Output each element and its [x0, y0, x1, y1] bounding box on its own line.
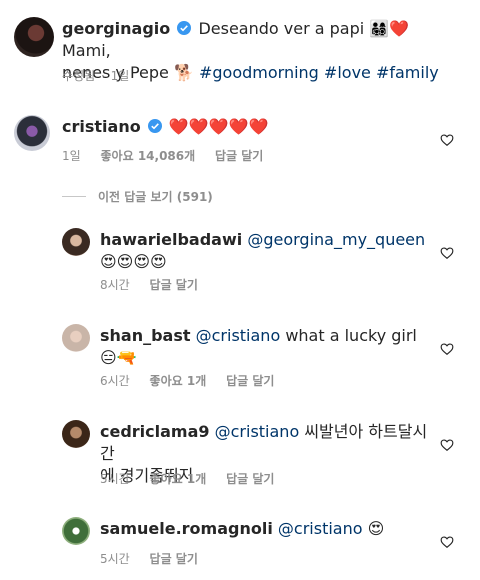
comment-likes[interactable]: 좋아요 14,086개	[101, 149, 196, 163]
comment-meta: 1일 좋아요 14,086개 답글 달기	[62, 148, 279, 164]
reply-username[interactable]: shan_bast	[100, 326, 191, 345]
avatar[interactable]	[62, 228, 90, 256]
hearts-emoji: ❤️❤️❤️❤️❤️	[168, 117, 269, 136]
reply-button[interactable]: 답글 달기	[226, 472, 274, 486]
reply-body: samuele.romagnoli @cristiano 😍	[100, 518, 430, 540]
mention-link[interactable]: @cristiano	[196, 326, 281, 345]
heart-eyes-emoji: 😍😍😍😍	[100, 252, 167, 271]
mention-link[interactable]: @cristiano	[215, 422, 300, 441]
reply-body: hawarielbadawi @georgina_my_queen 😍😍😍😍	[100, 229, 430, 273]
reply-username[interactable]: hawarielbadawi	[100, 230, 242, 249]
verified-badge-icon	[147, 119, 162, 133]
thread-line	[62, 196, 86, 197]
heart-outline-icon[interactable]	[440, 438, 454, 452]
avatar[interactable]	[62, 324, 90, 352]
reply-meta: 5시간 답글 달기	[100, 551, 214, 567]
avatar[interactable]	[14, 17, 54, 57]
reply-meta: 8시간 답글 달기	[100, 277, 214, 293]
heart-eyes-emoji: 😍	[367, 519, 385, 538]
reply-meta: 6시간 좋아요 1개 답글 달기	[100, 373, 290, 389]
avatar[interactable]	[14, 115, 50, 151]
reply-meta: 5시간 좋아요 1개 답글 달기	[100, 471, 290, 487]
edited-label: 수정됨	[62, 69, 96, 83]
comment-username[interactable]: cristiano	[62, 117, 141, 136]
heart-outline-icon[interactable]	[440, 342, 454, 356]
mention-link[interactable]: @cristiano	[278, 519, 363, 538]
caption-text-cont: Mami,	[62, 41, 111, 60]
meta-separator: ·	[100, 69, 105, 83]
verified-badge-icon	[177, 21, 192, 35]
reply-body: shan_bast @cristiano what a lucky girl 😑…	[100, 325, 430, 369]
reply-time: 8시간	[100, 278, 130, 292]
view-replies-button[interactable]: 이전 답글 보기 (591)	[98, 189, 213, 205]
heart-outline-icon[interactable]	[440, 535, 454, 549]
reply-button[interactable]: 답글 달기	[150, 552, 198, 566]
reply-button[interactable]: 답글 달기	[215, 149, 263, 163]
post-username[interactable]: georginagio	[62, 19, 170, 38]
post-time: 1일	[110, 69, 130, 83]
reply-likes[interactable]: 좋아요 1개	[150, 374, 207, 388]
hashtags[interactable]: #goodmorning #love #family	[199, 63, 439, 82]
reply-username[interactable]: cedriclama9	[100, 422, 210, 441]
comment-time: 1일	[62, 149, 81, 163]
reply-likes[interactable]: 좋아요 1개	[150, 472, 207, 486]
reply-button[interactable]: 답글 달기	[150, 278, 198, 292]
reply-username[interactable]: samuele.romagnoli	[100, 519, 273, 538]
reply-text: what a lucky girl	[285, 326, 417, 345]
avatar[interactable]	[62, 420, 90, 448]
reply-time: 5시간	[100, 552, 130, 566]
mention-link[interactable]: @georgina_my_queen	[247, 230, 425, 249]
reply-time: 6시간	[100, 374, 130, 388]
avatar[interactable]	[62, 517, 90, 545]
family-emoji: 👨‍👩‍👧‍👦	[369, 19, 390, 38]
heart-outline-icon[interactable]	[440, 133, 454, 147]
heart-outline-icon[interactable]	[440, 246, 454, 260]
dog-emoji: 🐕	[173, 63, 194, 82]
comment-body: cristiano ❤️❤️❤️❤️❤️	[62, 116, 269, 138]
reply-button[interactable]: 답글 달기	[226, 374, 274, 388]
reply-time: 5시간	[100, 472, 130, 486]
caption-text: Deseando ver a papi	[198, 19, 365, 38]
heart-emoji: ❤️	[389, 19, 410, 38]
expressionless-water-pistol-emoji: 😑🔫	[100, 348, 137, 367]
post-meta: 수정됨 · 1일	[62, 68, 145, 84]
